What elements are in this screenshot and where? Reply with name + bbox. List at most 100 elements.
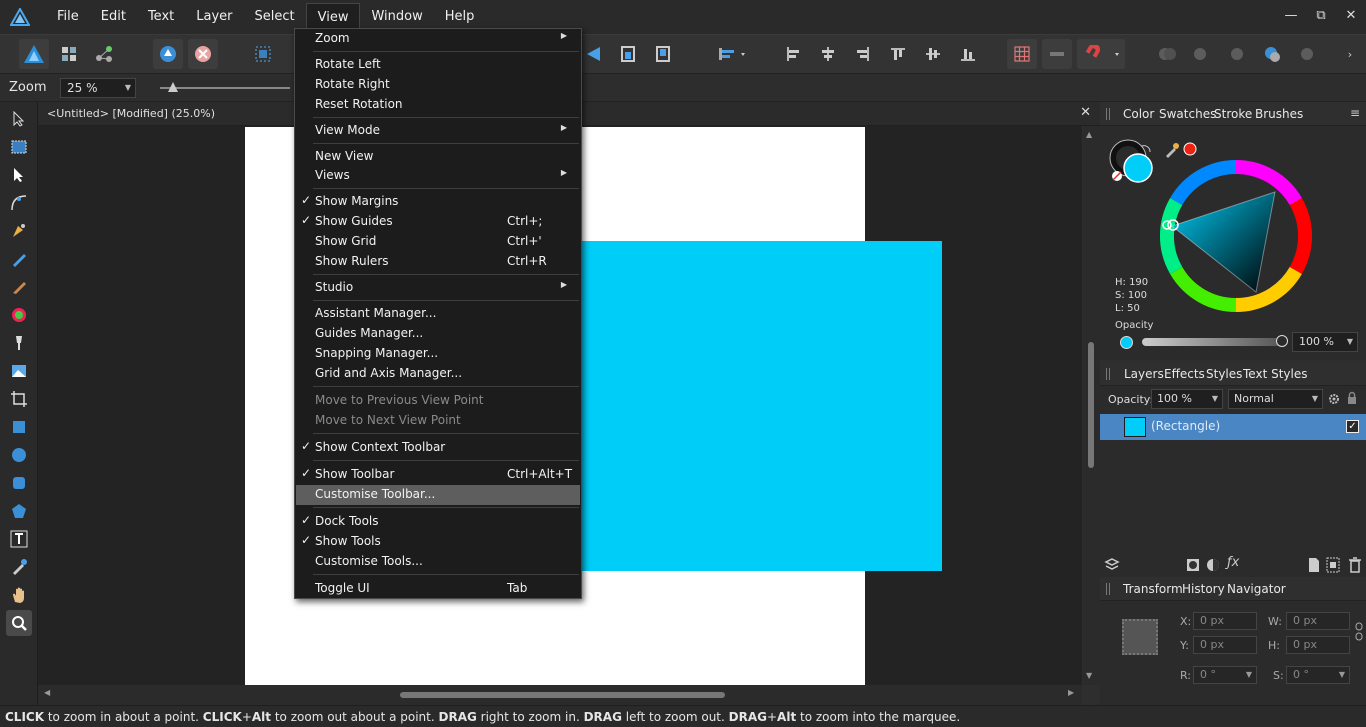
boolean-intersect-icon[interactable] [1222,39,1252,69]
menu-item-guides-manager[interactable]: Guides Manager... [296,324,580,344]
horizontal-scrollbar[interactable]: ◀ ▶ [38,685,1082,705]
view-tool-icon[interactable] [6,582,32,608]
tab-color[interactable]: Color [1118,102,1159,126]
boolean-xor-icon[interactable] [1257,39,1287,69]
layer-visibility-checkbox[interactable]: ✓ [1346,420,1359,433]
layer-row-rectangle[interactable]: (Rectangle) ✓ [1100,414,1366,440]
tab-styles[interactable]: Styles [1206,367,1242,381]
menu-item-customise-tools[interactable]: Customise Tools... [296,552,580,572]
menu-item-snapping-manager[interactable]: Snapping Manager... [296,344,580,364]
link-aspect-icon[interactable] [1355,622,1363,642]
menu-select[interactable]: Select [244,3,306,31]
vertical-scrollbar[interactable]: ▲ ▼ [1083,126,1100,685]
add-pixel-layer-icon[interactable] [1326,557,1340,573]
menu-item-show-rulers[interactable]: Show Rulers Ctrl+R [296,252,580,272]
menu-item-show-tools[interactable]: ✓ Show Tools [296,532,580,552]
corner-tool-icon[interactable] [6,190,32,216]
rectangle-tool-icon[interactable] [6,414,32,440]
snapping-magnet-icon[interactable] [1077,39,1125,69]
ellipse-tool-icon[interactable] [6,442,32,468]
x-field[interactable]: 0 px [1193,612,1257,630]
tab-stroke[interactable]: Stroke [1214,107,1252,121]
menu-item-assistant-manager[interactable]: Assistant Manager... [296,304,580,324]
menu-item-toggle-ui[interactable]: Toggle UI Tab [296,579,580,599]
vertical-scroll-thumb[interactable] [1088,342,1094,468]
opacity-slider-handle[interactable] [1276,335,1288,347]
node-tool-icon[interactable] [6,162,32,188]
scroll-up-icon[interactable]: ▲ [1086,130,1092,139]
restore-button[interactable]: ⧉ [1306,0,1336,30]
menu-window[interactable]: Window [360,3,433,31]
menu-item-dock-tools[interactable]: ✓ Dock Tools [296,512,580,532]
menu-item-show-guides[interactable]: ✓ Show Guides Ctrl+; [296,212,580,232]
tab-layers[interactable]: Layers [1120,362,1168,386]
boolean-add-icon[interactable] [1152,39,1182,69]
select-all-icon[interactable] [248,39,278,69]
rectangle-shape[interactable] [527,241,942,571]
menu-layer[interactable]: Layer [185,3,243,31]
zoom-slider[interactable] [160,87,290,89]
menu-item-reset-rotation[interactable]: Reset Rotation [296,95,580,115]
assistant-icon[interactable] [153,39,183,69]
crop-tool-icon[interactable] [6,386,32,412]
horizontal-scroll-thumb[interactable] [400,692,725,698]
align-left-icon[interactable] [778,39,808,69]
eyedropper-icon[interactable] [1162,140,1212,160]
menu-view[interactable]: View [305,3,361,31]
text-tool-icon[interactable] [6,526,32,552]
artboard-tool-icon[interactable] [6,134,32,160]
menu-file[interactable]: File [46,3,90,31]
zoom-tool-icon[interactable] [6,610,32,636]
brush-tool-icon[interactable] [6,274,32,300]
delete-layer-icon[interactable] [1348,557,1362,573]
align-bottom-icon[interactable] [953,39,983,69]
tab-brushes[interactable]: Brushes [1255,107,1303,121]
rotation-field[interactable]: 0 ° ▼ [1193,666,1257,684]
export-persona-icon[interactable] [89,39,119,69]
menu-item-grid-and-axis-manager[interactable]: Grid and Axis Manager... [296,364,580,384]
menu-item-show-toolbar[interactable]: ✓ Show Toolbar Ctrl+Alt+T [296,465,580,485]
polygon-tool-icon[interactable] [6,498,32,524]
tab-history[interactable]: History [1182,582,1225,596]
close-document-icon[interactable]: ✕ [1080,105,1091,120]
menu-item-show-margins[interactable]: ✓ Show Margins [296,192,580,212]
panel-grip-icon[interactable] [1106,368,1110,380]
menu-edit[interactable]: Edit [90,3,137,31]
color-wheel[interactable] [1158,158,1314,314]
align-center-icon[interactable] [813,39,843,69]
toolbar-overflow-icon[interactable]: › [1340,39,1360,69]
menu-item-customise-toolbar[interactable]: Customise Toolbar... [296,485,580,505]
y-field[interactable]: 0 px [1193,636,1257,654]
menu-item-rotate-right[interactable]: Rotate Right [296,75,580,95]
boolean-divide-icon[interactable] [1292,39,1322,69]
boolean-subtract-icon[interactable] [1187,39,1217,69]
menu-text[interactable]: Text [137,3,185,31]
color-picker-tool-icon[interactable] [6,554,32,580]
close-window-button[interactable]: ✕ [1336,0,1366,30]
tab-navigator[interactable]: Navigator [1227,582,1286,596]
shear-field[interactable]: 0 ° ▼ [1286,666,1350,684]
transparency-tool-icon[interactable] [6,330,32,356]
scroll-right-icon[interactable]: ▶ [1068,688,1074,697]
rotate-left-icon[interactable] [613,39,643,69]
scroll-left-icon[interactable]: ◀ [44,688,50,697]
blend-mode-select[interactable]: Normal ▼ [1228,389,1323,409]
tab-effects[interactable]: Effects [1164,367,1205,381]
color-opacity-combo[interactable]: 100 % ▼ [1292,332,1358,352]
designer-persona-icon[interactable] [19,39,49,69]
menu-item-new-view[interactable]: New View [296,147,580,167]
anchor-selector[interactable] [1122,619,1158,655]
menu-item-zoom[interactable]: Zoom ▶ [296,29,580,49]
menu-item-view-mode[interactable]: View Mode ▶ [296,121,580,141]
mask-layer-icon[interactable] [1185,557,1201,573]
align-top-icon[interactable] [883,39,913,69]
align-right-icon[interactable] [848,39,878,69]
place-image-icon[interactable] [6,358,32,384]
minimize-button[interactable]: — [1276,0,1306,30]
adjustment-layer-icon[interactable] [1205,557,1221,573]
flip-horizontal-icon[interactable] [578,39,608,69]
fx-icon[interactable]: ƒx [1227,555,1239,570]
scroll-down-icon[interactable]: ▼ [1086,671,1092,680]
menu-item-show-grid[interactable]: Show Grid Ctrl+' [296,232,580,252]
w-field[interactable]: 0 px [1286,612,1350,630]
